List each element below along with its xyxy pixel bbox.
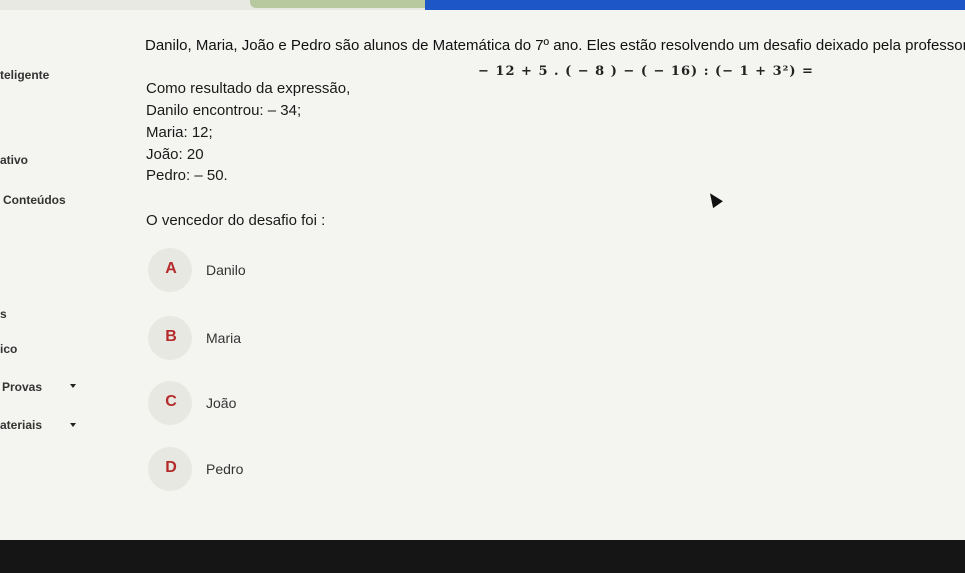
result-line: Como resultado da expressão, <box>146 80 351 97</box>
answer-danilo: Danilo encontrou: – 34; <box>146 102 302 119</box>
answer-pedro: Pedro: – 50. <box>146 167 228 184</box>
option-b[interactable]: B Maria <box>148 316 448 360</box>
option-label: Pedro <box>206 461 244 477</box>
bottom-bar <box>0 540 965 573</box>
answer-maria: Maria: 12; <box>146 124 213 141</box>
option-letter: D <box>165 459 177 476</box>
option-c[interactable]: C João <box>148 381 448 425</box>
question-prompt: O vencedor do desafio foi : <box>146 212 326 229</box>
option-letter: A <box>165 260 177 277</box>
question-intro: Danilo, Maria, João e Pedro são alunos d… <box>145 37 965 54</box>
option-label: Danilo <box>206 262 246 278</box>
option-letter: B <box>165 328 177 345</box>
question-area: Danilo, Maria, João e Pedro são alunos d… <box>0 0 965 540</box>
answer-joao: João: 20 <box>146 146 204 163</box>
option-d[interactable]: D Pedro <box>148 447 448 491</box>
math-expression: − 12 + 5 . ( − 8 ) − ( − 16) : (− 1 + 3²… <box>478 64 814 79</box>
option-letter: C <box>165 393 177 410</box>
option-label: João <box>206 395 237 411</box>
option-label: Maria <box>206 330 242 346</box>
mouse-cursor-icon <box>705 189 723 209</box>
option-a[interactable]: A Danilo <box>148 248 448 292</box>
